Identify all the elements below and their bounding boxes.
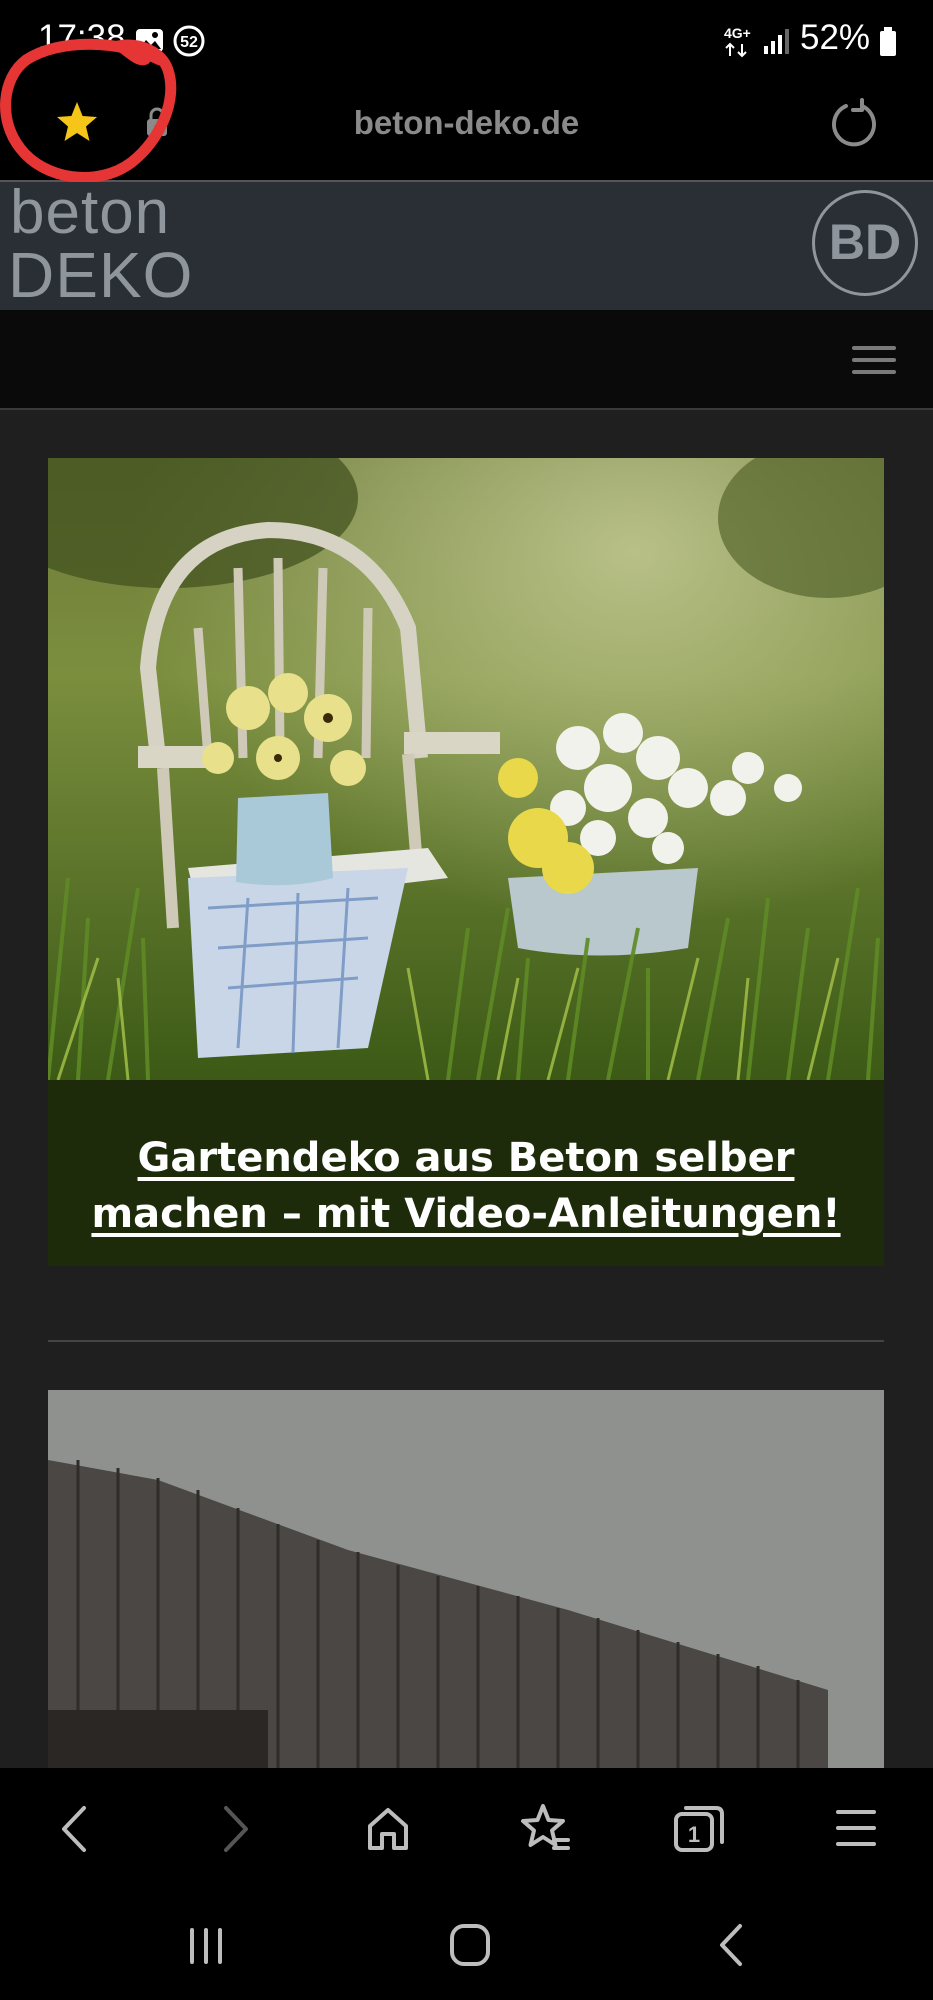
network-type-text: 4G+ <box>724 25 751 41</box>
recent-apps-icon[interactable] <box>186 1926 230 1966</box>
signal-icon <box>764 29 789 54</box>
red-annotation-circle <box>0 38 177 184</box>
tabs-icon[interactable]: 1 <box>672 1802 726 1856</box>
battery-percentage: 52% <box>800 18 871 57</box>
hamburger-menu-icon[interactable] <box>850 342 898 378</box>
browser-menu-icon[interactable] <box>832 1806 880 1850</box>
reload-icon[interactable] <box>826 98 882 150</box>
network-4g-icon: 4G+ <box>724 25 751 58</box>
logo-badge[interactable]: BD <box>812 190 918 296</box>
logo-text-beton[interactable]: beton <box>10 182 170 244</box>
system-back-icon[interactable] <box>714 1922 748 1968</box>
bookmarks-icon[interactable] <box>518 1802 572 1856</box>
content-divider <box>48 1340 884 1342</box>
home-button-icon[interactable] <box>448 1922 492 1968</box>
card-title-link[interactable]: Gartendeko aus Beton selber machen – mit… <box>48 1130 884 1242</box>
card-image-fence[interactable] <box>48 1390 884 1768</box>
garden-photo <box>48 458 884 1080</box>
browser-toolbar <box>0 1768 933 1890</box>
fence-photo <box>48 1390 884 1768</box>
back-arrow-icon[interactable] <box>56 1804 92 1854</box>
forward-arrow-icon[interactable] <box>218 1804 254 1854</box>
card-image-garden[interactable] <box>48 458 884 1080</box>
logo-text-deko[interactable]: DEKO <box>8 243 193 307</box>
logo-badge-text: BD <box>829 214 901 270</box>
logo-badge-glyph: BD <box>829 214 901 270</box>
home-icon[interactable] <box>364 1804 412 1854</box>
battery-icon <box>880 27 896 56</box>
tabs-count: 1 <box>688 1822 700 1847</box>
site-nav-bar <box>0 310 933 410</box>
